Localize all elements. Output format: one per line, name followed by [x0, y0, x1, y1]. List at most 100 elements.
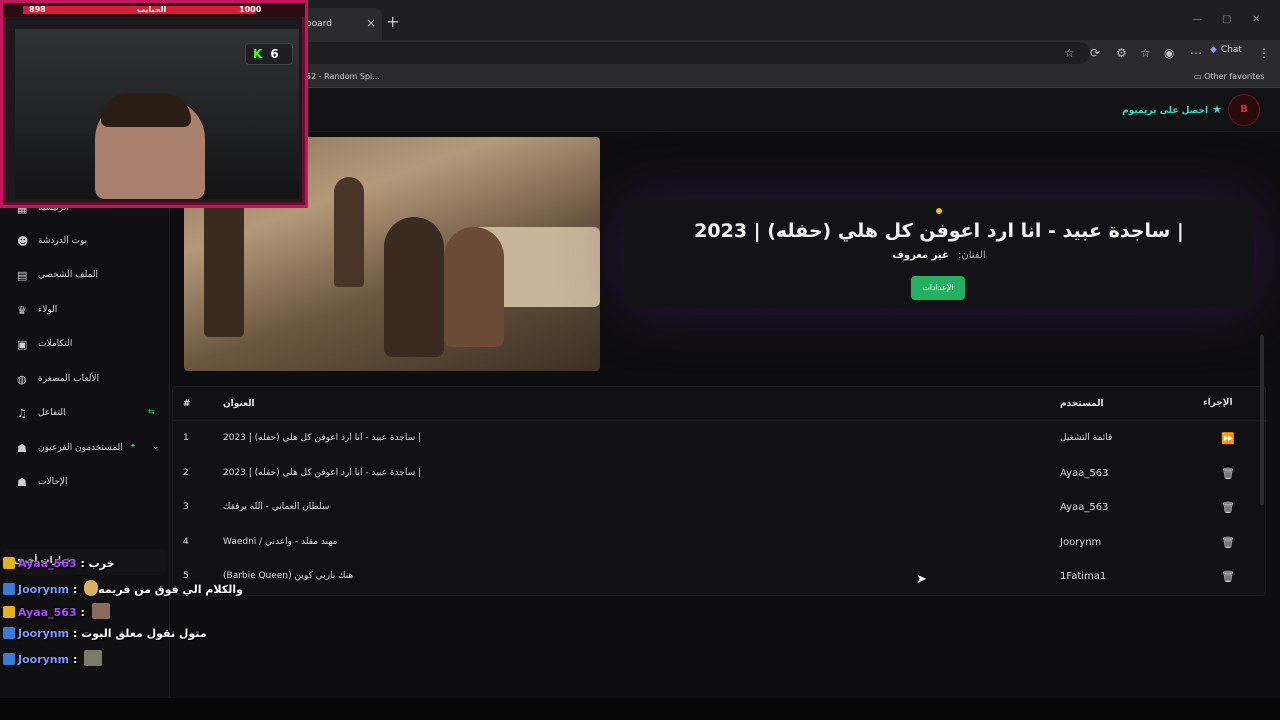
sidebar-item-interaction[interactable]: ♫ التفاعل ⇆	[0, 399, 170, 429]
skip-icon[interactable]: ⏩	[1221, 432, 1235, 445]
row-num: 1	[183, 433, 189, 443]
sidebar-item-loyalty[interactable]: ♛ الولاء	[0, 296, 170, 326]
tab-close-icon[interactable]: ×	[366, 16, 376, 30]
artist-label: الفنان:	[958, 250, 986, 261]
emote-icon	[91, 603, 110, 619]
folder-icon: ▭	[1194, 72, 1205, 81]
chat-username: Joorynm	[18, 583, 70, 596]
artist-line: الفنان: غير معروف	[624, 250, 1254, 261]
sidebar-item-label: المستخدمون الفرعيون	[38, 443, 123, 453]
now-playing-card: | ساجدة عبيد - انا ارد اعوفن كل هلي (حفل…	[624, 200, 1254, 308]
trash-icon[interactable]: 🗑	[1221, 501, 1235, 514]
minimize-button[interactable]: —	[1192, 14, 1202, 25]
sidebar-item-referrals[interactable]: ☗ الإحالات	[0, 468, 170, 498]
emote-icon	[84, 650, 103, 666]
chevron-down-icon[interactable]: ⌄	[152, 442, 160, 452]
row-user: 1Fatima1	[1060, 571, 1107, 582]
header-action: الإجراء	[1203, 398, 1233, 408]
copilot-icon: ◆	[1210, 45, 1217, 55]
close-window-button[interactable]: ✕	[1252, 14, 1260, 25]
maximize-button[interactable]: ▢	[1222, 14, 1231, 25]
header-num: #	[183, 399, 191, 409]
table-row: 4 مهند مقلد - واعدني / Waedni Joorynm 🗑	[173, 525, 1267, 559]
refresh-extension-icon[interactable]: ⟳	[1090, 46, 1100, 60]
star-icon: ★	[1212, 103, 1222, 116]
row-num: 3	[183, 502, 189, 512]
tab-title: board	[306, 19, 332, 29]
active-indicator-icon: ⇆	[148, 407, 155, 416]
chat-message: Ayaa_563 :	[3, 603, 110, 621]
chat-separator: :	[76, 606, 89, 619]
extension-icon[interactable]: ⚙	[1116, 46, 1127, 60]
row-user: Ayaa_563	[1060, 502, 1109, 513]
row-user: Ayaa_563	[1060, 468, 1109, 479]
chat-username: Ayaa_563	[18, 606, 77, 619]
sidebar-item-integrations[interactable]: ▣ التكاملات	[0, 330, 170, 360]
sidebar-item-label: الإحالات	[38, 477, 68, 487]
header-user: المستخدم	[1060, 399, 1104, 409]
screen: board × + — ▢ ✕ ☆ ⟳ ⚙ ☆ ◉ ⋯ ◆ Chat ⋮ 52 -…	[0, 0, 1280, 720]
artist-value: غير معروف	[892, 250, 949, 261]
other-favorites-label: Other favorites	[1204, 72, 1265, 81]
profile-icon[interactable]: ◉	[1164, 46, 1174, 60]
row-title: سلطان العماني - الله يرفقك	[223, 502, 330, 512]
row-title: مهند مقلد - واعدني / Waedni	[223, 537, 338, 547]
health-bar: 898 الحبايب 1000	[3, 3, 305, 17]
table-row: 2 | ساجدة عبيد - انا ارد اعوفن كل هلي (ح…	[173, 456, 1267, 490]
sidebar-item-chatbot[interactable]: ☻ بوت الدردشة	[0, 227, 170, 257]
status-dot	[936, 208, 942, 214]
sidebar-item-label: الملف الشخصي	[38, 270, 98, 280]
emoji-icon	[84, 580, 99, 596]
thumbnail-figure	[384, 217, 444, 357]
trash-icon[interactable]: 🗑	[1221, 570, 1235, 583]
url-field[interactable]	[300, 42, 1090, 64]
webcam-overlay: 898 الحبايب 1000 K6	[0, 0, 308, 208]
get-premium-link[interactable]: احصل على بريميوم ★	[1122, 103, 1222, 116]
id-card-icon: ▤	[17, 269, 28, 282]
users-icon: ☗	[17, 442, 27, 455]
kick-count: 6	[270, 47, 279, 61]
bottom-strip	[0, 698, 1280, 720]
logo[interactable]: B	[1228, 94, 1260, 126]
music-icon: ♫	[17, 407, 27, 420]
mouse-cursor-icon: ➤	[916, 572, 927, 587]
more-icon[interactable]: ⋯	[1190, 46, 1202, 60]
sub-badge-icon	[3, 557, 15, 569]
chat-username: Ayaa_563	[18, 557, 77, 570]
chat-message: Joorynm :	[3, 650, 103, 668]
trash-icon[interactable]: 🗑	[1221, 536, 1235, 549]
chat-separator: :	[69, 627, 82, 640]
song-title: | ساجدة عبيد - انا ارد اعوفن كل هلي (حفل…	[694, 220, 1184, 242]
sidebar-item-profile[interactable]: ▤ الملف الشخصي	[0, 261, 170, 291]
settings-button[interactable]: الإعدادات	[911, 276, 965, 300]
sidebar-item-label: التكاملات	[38, 339, 73, 349]
new-badge-icon: ✦	[130, 442, 136, 450]
queue-table: # العنوان المستخدم الإجراء 1 | ساجدة عبي…	[172, 386, 1267, 596]
health-current: 898	[29, 5, 46, 14]
chat-label: Chat	[1220, 45, 1242, 55]
chat-username: Joorynm	[18, 627, 70, 640]
new-tab-button[interactable]: +	[386, 12, 399, 31]
referrals-icon: ☗	[17, 476, 27, 489]
copilot-chat-button[interactable]: ◆ Chat	[1210, 45, 1242, 55]
health-max: 1000	[239, 5, 262, 14]
bookmark-item[interactable]: 52 - Random Spi...	[306, 72, 380, 81]
row-user: Joorynm	[1060, 537, 1102, 548]
sidebar-item-label: التفاعل	[38, 408, 66, 418]
trash-icon[interactable]: 🗑	[1221, 467, 1235, 480]
thumbnail-figure	[444, 227, 504, 347]
chat-separator: :	[76, 557, 89, 570]
sidebar-item-subusers[interactable]: ☗ المستخدمون الفرعيون ✦ ⌄	[0, 434, 170, 464]
header-title: العنوان	[223, 399, 255, 409]
other-favorites[interactable]: ▭ Other favorites	[1194, 72, 1264, 81]
sidebar-item-label: الولاء	[38, 305, 58, 315]
chat-message: Ayaa_563 : خرب	[3, 557, 115, 575]
sidebar-item-minigames[interactable]: ◍ الألعاب المصغرة	[0, 365, 170, 395]
menu-icon[interactable]: ⋮	[1258, 46, 1270, 60]
table-scrollbar[interactable]	[1260, 335, 1264, 505]
star-icon[interactable]: ☆	[1064, 46, 1075, 60]
row-title: | ساجدة عبيد - انا ارد اعوفن كل هلي (حفل…	[223, 433, 422, 443]
favorites-icon[interactable]: ☆	[1140, 46, 1151, 60]
chat-separator: :	[69, 583, 82, 596]
row-num: 4	[183, 537, 189, 547]
